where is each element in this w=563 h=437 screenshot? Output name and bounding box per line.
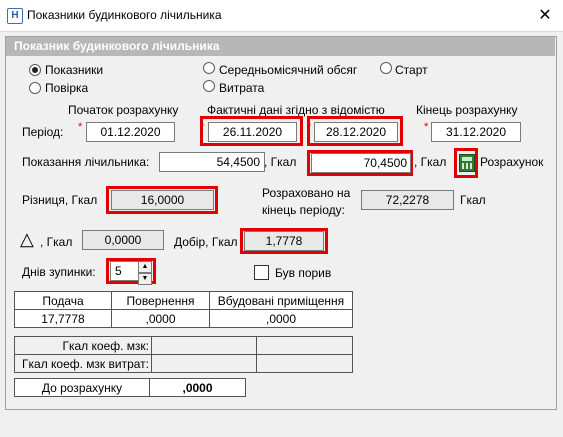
coef-label: Гкал коеф. мзк витрат: [14, 354, 152, 373]
built-in-value[interactable]: ,0000 [209, 309, 353, 328]
addition-field: 1,7778 [244, 231, 324, 251]
actual-from-field[interactable]: 26.11.2020 [208, 122, 297, 142]
table-header: Повернення [111, 291, 210, 310]
coef-label: Гкал коеф. мзк: [14, 336, 152, 355]
radio-label-pokaznyky: Показники [45, 63, 104, 77]
spin-down-icon[interactable]: ▼ [138, 273, 152, 285]
radio-label-start: Старт [395, 63, 428, 77]
reading-end-field[interactable]: 70,4500 [311, 153, 411, 173]
return-value[interactable]: ,0000 [111, 309, 210, 328]
stop-days-spinner[interactable]: ▲ ▼ [138, 261, 152, 285]
breakthrough-checkbox[interactable] [254, 265, 269, 280]
calculated-field: 72,2278 [361, 190, 454, 210]
coef-table: Гкал коеф. мзк: Гкал коеф. мзк витрат: [14, 336, 353, 373]
coef-cell[interactable] [151, 354, 257, 373]
radio-pokaznyky[interactable] [29, 64, 41, 76]
to-calc-label: До розрахунку [14, 378, 150, 397]
radio-label-povirka: Повірка [45, 81, 89, 95]
calculate-button[interactable]: Розрахунок [480, 155, 543, 169]
delta-field: 0,0000 [82, 230, 164, 250]
close-button[interactable]: ✕ [530, 3, 560, 28]
window-title: Показники будинкового лічильника [27, 8, 222, 22]
table-header: Вбудовані приміщення [209, 291, 353, 310]
difference-label: Різниця, Гкал [22, 193, 98, 207]
reading-start-field[interactable]: 54,4500 [159, 152, 265, 172]
calculated-label-2: кінець періоду: [262, 203, 345, 217]
radio-label-consumption: Витрата [219, 81, 265, 95]
period-start-header: Початок розрахунку [68, 103, 179, 117]
required-mark: * [424, 121, 429, 133]
actual-to-field[interactable]: 28.12.2020 [314, 122, 398, 142]
reading-unit-2: , Гкал [414, 155, 447, 169]
coef-cell[interactable] [151, 336, 257, 355]
panel-title: Показник будинкового лічильника [14, 39, 220, 53]
supply-value[interactable]: 17,7778 [14, 309, 112, 328]
reading-unit-1: , Гкал [264, 155, 297, 169]
stop-days-label: Днів зупинки: [22, 265, 96, 279]
readings-label: Показання лічильника: [22, 155, 150, 169]
calculated-label-1: Розраховано на [262, 186, 351, 200]
radio-label-average: Середньомісячний обсяг [219, 63, 358, 77]
period-end-header: Кінець розрахунку [416, 103, 518, 117]
radio-povirka[interactable] [29, 82, 41, 94]
period-end-field[interactable]: 31.12.2020 [431, 122, 521, 142]
radio-consumption[interactable] [203, 80, 215, 92]
to-calc-table: До розрахунку ,0000 [14, 378, 246, 397]
calculated-unit: Гкал [460, 193, 486, 207]
difference-field: 16,0000 [111, 190, 214, 210]
app-icon: Н [7, 8, 23, 24]
calculator-icon[interactable] [459, 154, 475, 172]
period-label: Період: [22, 125, 64, 139]
stop-days-field[interactable]: 5 [110, 261, 140, 281]
supply-table: Подача Повернення Вбудовані приміщення 1… [14, 291, 353, 328]
required-mark: * [78, 121, 83, 133]
coef-cell[interactable] [256, 336, 353, 355]
breakthrough-label: Був порив [275, 266, 332, 280]
spin-up-icon[interactable]: ▲ [138, 261, 152, 273]
to-calc-value: ,0000 [149, 378, 246, 397]
period-actual-header: Фактичні дані згідно з відомістю [207, 103, 385, 117]
coef-cell[interactable] [256, 354, 353, 373]
radio-average[interactable] [203, 62, 215, 74]
table-header: Подача [14, 291, 112, 310]
radio-start[interactable] [380, 62, 392, 74]
delta-icon: △ [20, 229, 34, 249]
delta-label: , Гкал [40, 235, 73, 249]
addition-label: Добір, Гкал [174, 235, 238, 249]
period-start-field[interactable]: 01.12.2020 [86, 122, 175, 142]
